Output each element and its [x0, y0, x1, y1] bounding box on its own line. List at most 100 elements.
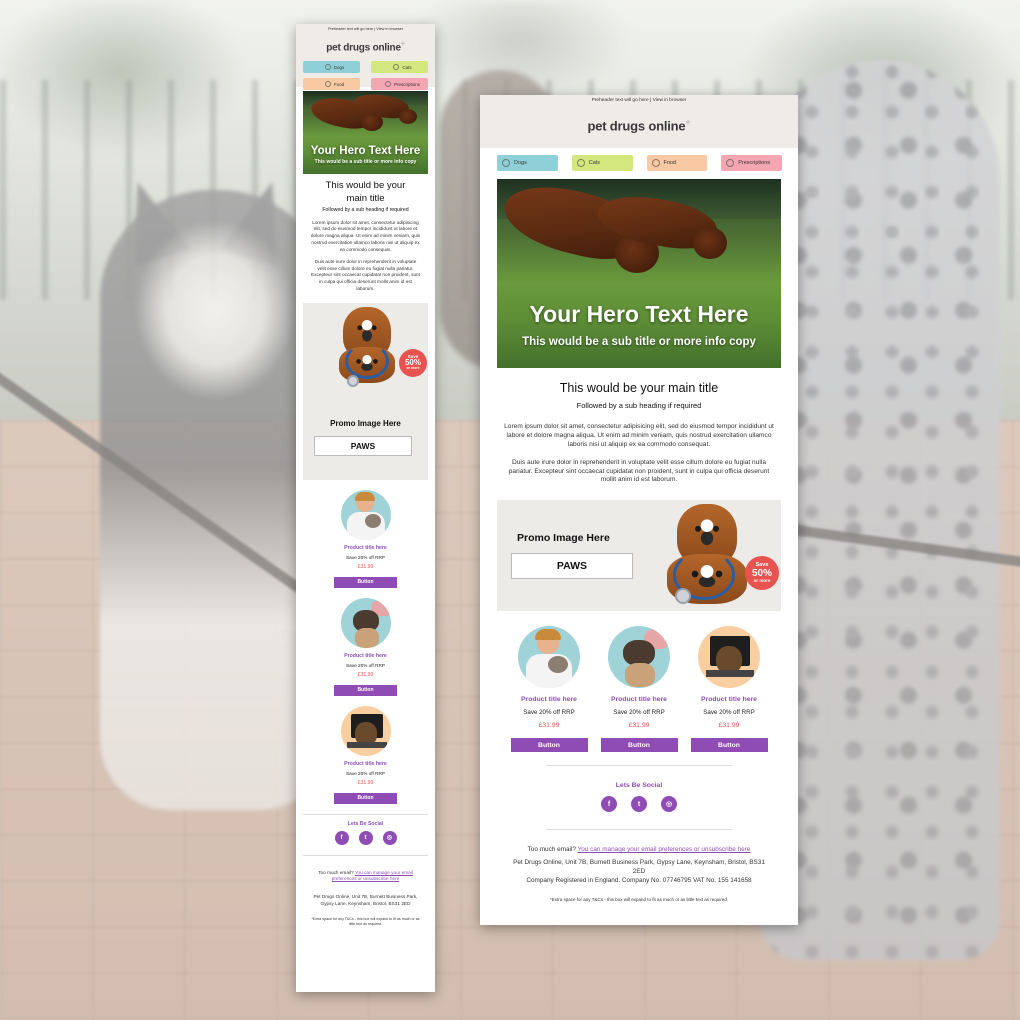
social-icons: f t ◎: [296, 830, 435, 845]
footer-too-much: Too much email?: [527, 846, 576, 854]
product-title[interactable]: Product title here: [296, 653, 435, 659]
category-nav: Dogs Cats Food Prescriptions: [296, 53, 435, 91]
footer-tcs: *Extra space for any T&Cs - this box wil…: [550, 897, 728, 903]
nav-cats-button[interactable]: Cats: [571, 155, 633, 171]
preheader-text[interactable]: Preheader text will go here | View in br…: [480, 98, 798, 103]
email-header: Preheader text will go here | View in br…: [296, 24, 435, 91]
nav-label: Prescriptions: [393, 81, 420, 87]
promo-code-box[interactable]: PAWS: [511, 553, 633, 580]
dachshund-head: [399, 109, 417, 124]
product-image-chihuahua[interactable]: [608, 626, 670, 689]
bowl-icon: [324, 81, 331, 88]
facebook-icon[interactable]: f: [601, 796, 617, 813]
promo-block[interactable]: Promo Image Here PAWS Save 50% or more: [497, 500, 781, 612]
save-badge: Save 50% or more: [399, 348, 427, 377]
stethoscope-icon: [384, 81, 391, 88]
divider: [303, 813, 428, 815]
social-title: Lets Be Social: [347, 820, 384, 827]
product-title[interactable]: Product title here: [296, 545, 435, 551]
promo-block[interactable]: Save 50% or more Promo Image Here PAWS: [303, 302, 428, 480]
unsubscribe-link[interactable]: You can manage your email preferences or…: [578, 846, 751, 853]
product-card: Product title here Save 20% off RRP £31.…: [600, 626, 678, 753]
product-button[interactable]: Button: [600, 738, 678, 753]
hero-subtitle: This would be a sub title or more info c…: [314, 159, 417, 165]
nav-cats-button[interactable]: Cats: [371, 61, 428, 74]
save-badge-bottom: or more: [406, 366, 420, 371]
product-title[interactable]: Product title here: [510, 696, 588, 703]
preheader-text[interactable]: Preheader text will go here | View in br…: [296, 27, 435, 31]
bowl-icon: [651, 159, 660, 167]
product-image-laptop-dog[interactable]: [340, 705, 391, 756]
footer-preferences: Too much email? You can manage your emai…: [480, 846, 798, 855]
nav-label: Prescriptions: [738, 160, 771, 166]
product-price: £31.99: [357, 671, 374, 678]
product-save-text: Save 20% off RRP: [346, 662, 385, 668]
laptop-base: [346, 741, 387, 748]
product-button[interactable]: Button: [690, 738, 768, 753]
product-price: £31.99: [628, 722, 650, 730]
product-image-vet[interactable]: [340, 489, 391, 540]
nav-label: Dogs: [333, 64, 345, 70]
twitter-icon[interactable]: t: [631, 796, 647, 813]
cat-icon: [576, 159, 585, 167]
nav-food-button[interactable]: Food: [303, 78, 360, 91]
product-price: £31.99: [718, 722, 740, 730]
product-title[interactable]: Product title here: [296, 761, 435, 767]
logo-plus-icon: +: [685, 117, 691, 127]
facebook-icon[interactable]: f: [334, 830, 349, 845]
nav-label: Food: [663, 160, 677, 166]
body-paragraph: Duis aute irure dolor in reprehenderit i…: [508, 458, 770, 484]
product-button[interactable]: Button: [510, 738, 588, 753]
product-title[interactable]: Product title here: [600, 696, 678, 703]
save-badge: Save 50% or more: [745, 556, 779, 591]
sub-heading: Followed by a sub heading if required: [576, 401, 702, 410]
instagram-icon[interactable]: ◎: [382, 830, 397, 845]
sub-heading: Followed by a sub heading if required: [322, 206, 409, 213]
product-row: Product title here Save 20% off RRP £31.…: [480, 626, 798, 753]
body-paragraph: Duis aute irure dolor in reprehenderit i…: [311, 258, 420, 291]
product-save-text: Save 20% off RRP: [346, 554, 385, 560]
product-button[interactable]: Button: [334, 792, 397, 804]
nav-prescriptions-button[interactable]: Prescriptions: [371, 78, 428, 91]
social-icons: f t ◎: [480, 796, 798, 813]
product-button[interactable]: Button: [334, 684, 397, 696]
brand-logo[interactable]: pet drugs online+: [296, 41, 435, 53]
dog-icon: [324, 64, 331, 71]
product-image-laptop-dog[interactable]: [698, 626, 760, 689]
logo-text: pet drugs online: [326, 42, 401, 54]
twitter-icon[interactable]: t: [358, 830, 373, 845]
product-image-vet[interactable]: [518, 626, 580, 689]
vet-hair: [535, 629, 561, 641]
brand-logo[interactable]: pet drugs online+: [480, 117, 798, 133]
product-price: £31.99: [357, 779, 374, 786]
nav-prescriptions-button[interactable]: Prescriptions: [721, 155, 782, 171]
footer-preferences: Too much email? You can manage your emai…: [296, 870, 435, 883]
footer-address: Pet Drugs Online, Unit 7B, Burnett Busin…: [513, 859, 765, 876]
body-paragraph: Lorem ipsum dolor sit amet, consectetur …: [504, 423, 774, 448]
nav-label: Cats: [402, 64, 412, 70]
hero-banner[interactable]: Your Hero Text Here This would be a sub …: [303, 91, 428, 174]
stethoscope-figure: [345, 342, 389, 379]
logo-plus-icon: +: [400, 41, 405, 48]
hero-banner[interactable]: Your Hero Text Here This would be a sub …: [497, 179, 781, 368]
product-image-chihuahua[interactable]: [340, 597, 391, 648]
footer-company: Company Registered in England. Company N…: [526, 877, 752, 885]
vet-hair: [354, 491, 375, 501]
product-card: Product title here Save 20% off RRP £31.…: [296, 705, 435, 804]
divider: [546, 829, 732, 831]
promo-title: Promo Image Here: [517, 532, 610, 545]
promo-code-box[interactable]: PAWS: [314, 435, 412, 456]
instagram-icon[interactable]: ◎: [661, 796, 677, 813]
chihuahua-body: [625, 663, 655, 688]
product-title[interactable]: Product title here: [690, 696, 768, 703]
email-mobile-mockup: Preheader text will go here | View in br…: [296, 24, 435, 992]
nav-dogs-button[interactable]: Dogs: [303, 61, 360, 74]
hero-subtitle: This would be a sub title or more info c…: [522, 336, 756, 348]
nav-label: Food: [333, 81, 345, 87]
nav-dogs-button[interactable]: Dogs: [497, 155, 558, 171]
chihuahua-body: [354, 627, 379, 648]
product-button[interactable]: Button: [334, 576, 397, 588]
nav-food-button[interactable]: Food: [646, 155, 708, 171]
stethoscope-bell: [347, 374, 359, 387]
product-price: £31.99: [357, 563, 374, 570]
